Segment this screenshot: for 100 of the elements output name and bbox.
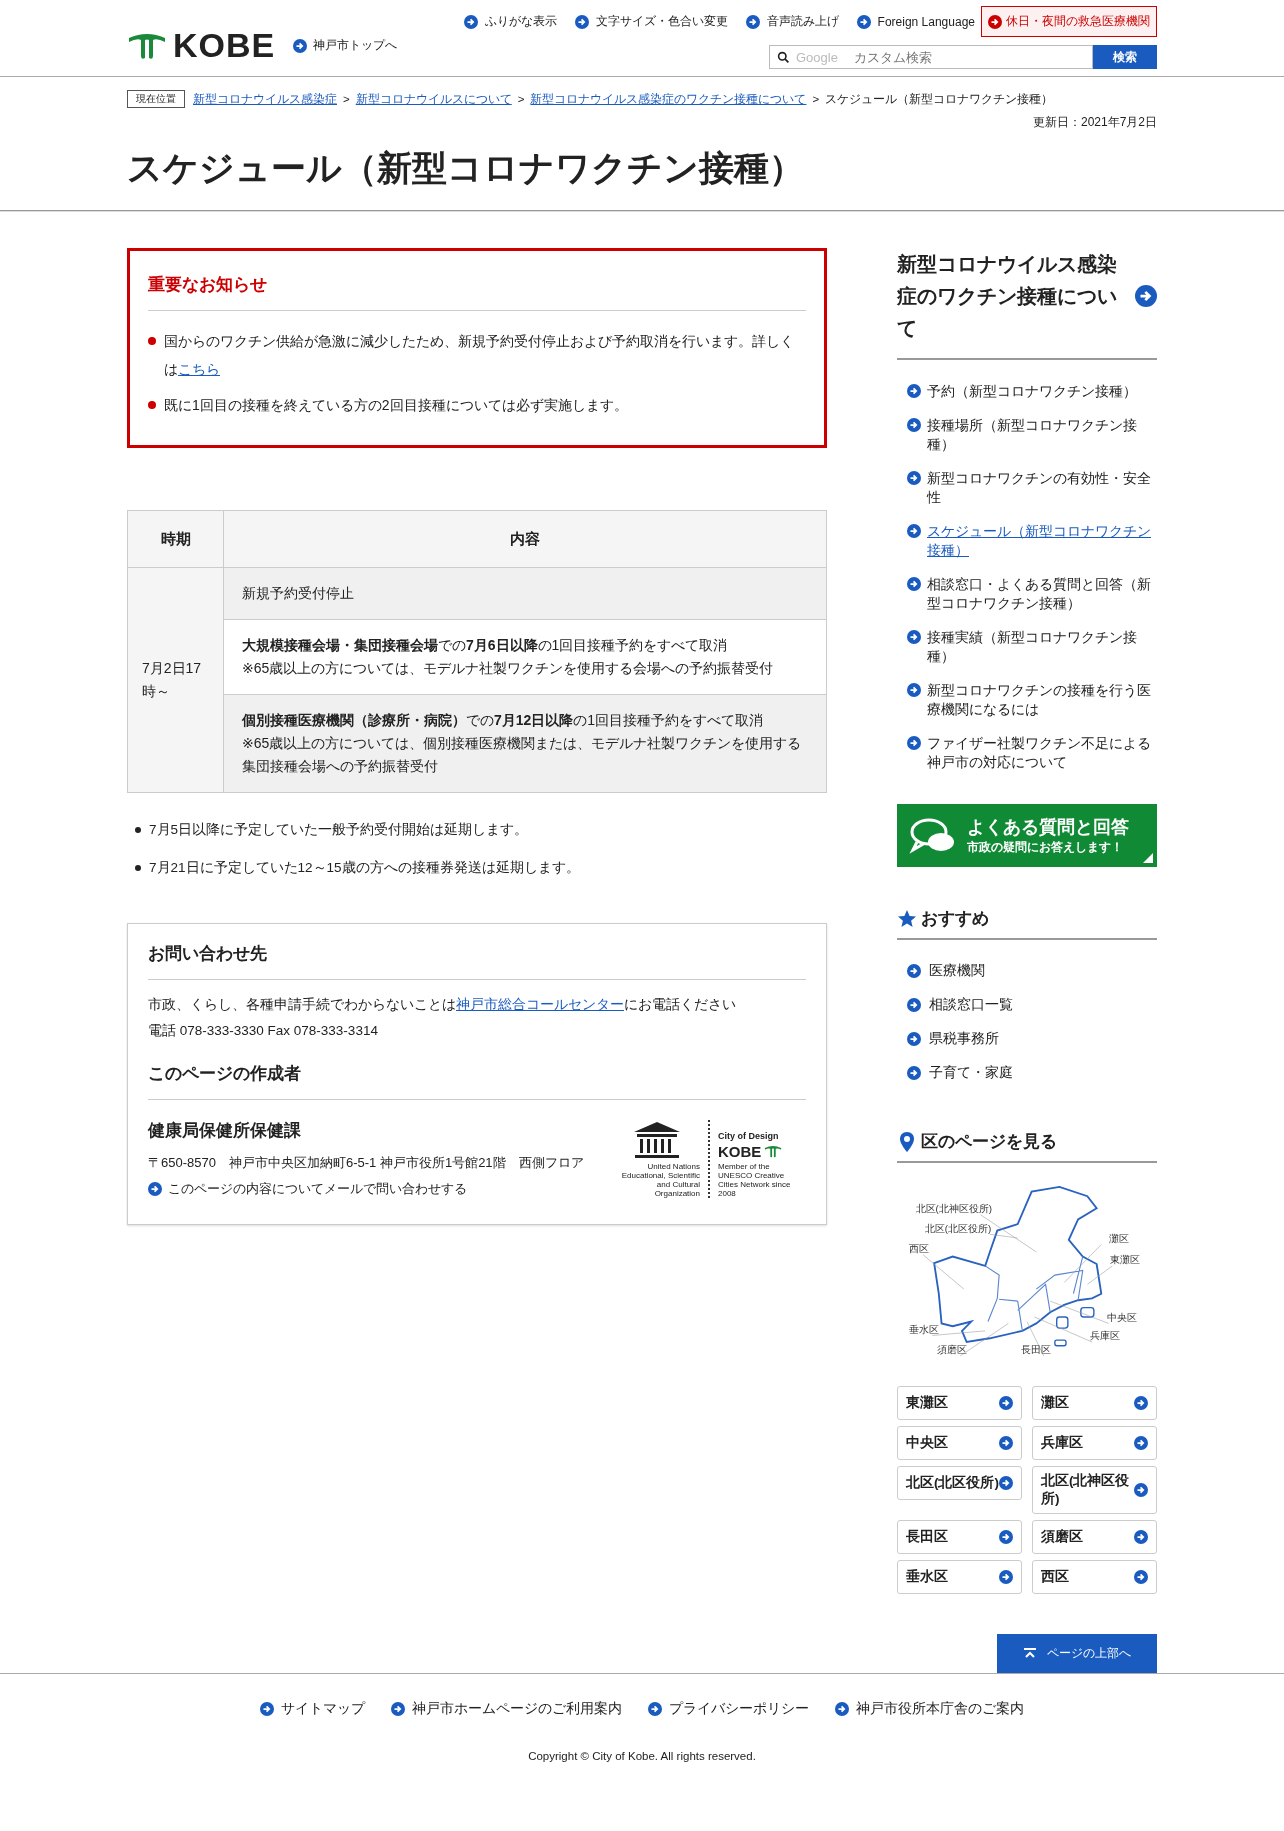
ward-button[interactable]: 灘区 (1032, 1386, 1157, 1420)
bullet-icon (135, 827, 141, 833)
breadcrumb-label: 現在位置 (127, 90, 185, 108)
arrow-icon (260, 1702, 274, 1716)
arrow-icon (907, 736, 921, 750)
city-logo-text: KOBE (173, 26, 276, 65)
ward-label: 垂水区 (909, 1323, 940, 1335)
ward-label: 長田区 (1020, 1344, 1051, 1356)
ward-label: 東灘区 (1110, 1254, 1141, 1266)
bullet-icon (148, 337, 156, 345)
ward-button[interactable]: 長田区 (897, 1520, 1022, 1554)
up-arrow-icon (1023, 1647, 1037, 1660)
footer-link[interactable]: 神戸市役所本庁舎のご案内 (835, 1700, 1024, 1718)
details-link[interactable]: こちら (178, 361, 220, 377)
sidebar-link[interactable]: 新型コロナワクチンの有効性・安全性 (927, 469, 1157, 507)
notice-text: 国からのワクチン供給が急激に減少したため、新規予約受付停止および予約取消を行います。詳しくは こちら (164, 332, 795, 379)
arrow-icon (907, 1032, 921, 1046)
city-emblem-icon (127, 31, 167, 60)
ward-button[interactable]: 中央区 (897, 1426, 1022, 1460)
recommended-title: おすすめ (921, 908, 989, 930)
ward-button[interactable]: 東灘区 (897, 1386, 1022, 1420)
sidebar-link[interactable]: 相談窓口・よくある質問と回答（新型コロナワクチン接種） (927, 575, 1157, 613)
search-button[interactable]: 検索 (1093, 45, 1157, 69)
table-cell: 新規予約受付停止 (223, 567, 827, 620)
mail-inquiry-link[interactable]: このページの内容についてメールで問い合わせする (148, 1180, 584, 1198)
ward-button[interactable]: 須磨区 (1032, 1520, 1157, 1554)
footer-link[interactable]: プライバシーポリシー (648, 1700, 809, 1718)
search-icon (777, 51, 790, 64)
column-header: 時期 (127, 510, 224, 568)
unesco-caption: United Nations Educational, Scientific and Cultural Organization (620, 1162, 700, 1198)
sidebar-link[interactable]: スケジュール（新型コロナワクチン接種） (927, 522, 1157, 560)
arrow-icon (1134, 1436, 1148, 1450)
bullet-icon (135, 865, 141, 871)
breadcrumb-separator: > (343, 93, 350, 105)
footer-link[interactable]: サイトマップ (260, 1700, 365, 1718)
breadcrumb-link[interactable]: 新型コロナウイルスについて (355, 91, 512, 107)
bullet-icon (148, 401, 156, 409)
table-cell: 7月2日17時～ (127, 567, 224, 793)
note-text: 7月21日に予定していた12～15歳の方への接種券発送は延期します。 (149, 859, 580, 877)
sidebar-link[interactable]: 接種場所（新型コロナワクチン接種） (927, 416, 1157, 454)
arrow-icon (1134, 1483, 1148, 1497)
arrow-icon (907, 384, 921, 398)
page-title: スケジュール（新型コロナワクチン接種） (127, 147, 805, 189)
ward-button[interactable]: 垂水区 (897, 1560, 1022, 1594)
leader-line (922, 1254, 965, 1290)
arrow-icon (999, 1476, 1013, 1490)
ward-button[interactable]: 西区 (1032, 1560, 1157, 1594)
arrow-icon (907, 630, 921, 644)
ward-button[interactable]: 北区(北区役所) (897, 1466, 1022, 1500)
recommended-link[interactable]: 子育て・家庭 (929, 1064, 1013, 1082)
faq-banner[interactable]: よくある質問と回答 市政の疑問にお答えします！ (897, 804, 1157, 867)
arrow-icon (999, 1436, 1013, 1450)
breadcrumb-current: スケジュール（新型コロナワクチン接種） (825, 91, 1054, 107)
table-cell: 個別接種医療機関（診療所・病院）での7月12日以降の1回目接種予約をすべて取消 ※65歳以上の方については、個別接種医療機関または、モデルナ社製ワクチンを使用する集団接種会場への予約振替受付 (223, 694, 827, 793)
utility-link[interactable]: 音声読み上げ (745, 13, 839, 30)
ward-button[interactable]: 兵庫区 (1032, 1426, 1157, 1460)
arrow-icon (907, 418, 921, 432)
arrow-icon (907, 998, 921, 1012)
arrow-icon (907, 964, 921, 978)
address-text: 〒650-8570 神戸市中央区加納町6-5-1 神戸市役所1号館21階 西側フロア (148, 1154, 584, 1172)
ward-button[interactable]: 北区(北神区役所) (1032, 1466, 1157, 1514)
sidebar-link[interactable]: 予約（新型コロナワクチン接種） (927, 382, 1137, 401)
ward-label: 北区(北区役所) (924, 1222, 992, 1234)
arrow-icon (999, 1570, 1013, 1584)
wards-title: 区のページを見る (921, 1131, 1057, 1153)
footer-link[interactable]: 神戸市ホームページのご利用案内 (391, 1700, 622, 1718)
recommended-link[interactable]: 医療機関 (929, 962, 985, 980)
ward-label: 灘区 (1109, 1232, 1130, 1244)
contact-text: 市政、くらし、各種申請手続でわからないことは神戸市総合コールセンターにお電話ください (148, 996, 737, 1014)
sidebar-link[interactable]: ファイザー社製ワクチン不足による神戸市の対応について (927, 734, 1157, 772)
section-heading-link[interactable]: 新型コロナウイルス感染症のワクチン接種について (897, 248, 1122, 344)
sidebar-link[interactable]: 新型コロナワクチンの接種を行う医療機関になるには (927, 681, 1157, 719)
utility-link[interactable]: ふりがな表示 (463, 13, 557, 30)
notice-text: 既に1回目の接種を終えている方の2回目接種については必ず実施します。 (164, 396, 628, 415)
temple-icon (632, 1120, 682, 1160)
breadcrumb-link[interactable]: 新型コロナウイルス感染症のワクチン接種について (530, 91, 807, 107)
top-page-link[interactable]: 神戸市トップへ (293, 37, 398, 54)
arrow-icon (907, 1066, 921, 1080)
utility-link[interactable]: 文字サイズ・色合い変更 (574, 13, 728, 30)
updated-date: 更新日：2021年7月2日 (1032, 115, 1157, 129)
arrow-icon (835, 1702, 849, 1716)
page-top-button[interactable]: ページの上部へ (997, 1634, 1157, 1673)
recommended-link[interactable]: 相談窓口一覧 (929, 996, 1013, 1014)
author-title: このページの作成者 (148, 1062, 806, 1100)
arrow-icon (1134, 1530, 1148, 1544)
sidebar-link[interactable]: 接種実績（新型コロナワクチン接種） (927, 628, 1157, 666)
city-emblem-icon (764, 1145, 783, 1158)
utility-link[interactable]: Foreign Language (856, 14, 975, 29)
arrow-icon (907, 524, 921, 538)
recommended-link[interactable]: 県税事務所 (929, 1030, 999, 1048)
arrow-icon (1134, 1396, 1148, 1410)
emergency-button[interactable]: 休日・夜間の救急医療機関 (981, 6, 1157, 37)
arrow-icon (391, 1702, 405, 1716)
ward-label: 北区(北神区役所) (915, 1203, 993, 1214)
call-center-link[interactable]: 神戸市総合コールセンター (456, 997, 624, 1012)
breadcrumb-link[interactable]: 新型コロナウイルス感染症 (193, 91, 337, 107)
arrow-icon (1134, 1570, 1148, 1584)
arrow-icon (907, 471, 921, 485)
contact-title: お問い合わせ先 (148, 942, 806, 980)
arrow-icon (907, 683, 921, 697)
